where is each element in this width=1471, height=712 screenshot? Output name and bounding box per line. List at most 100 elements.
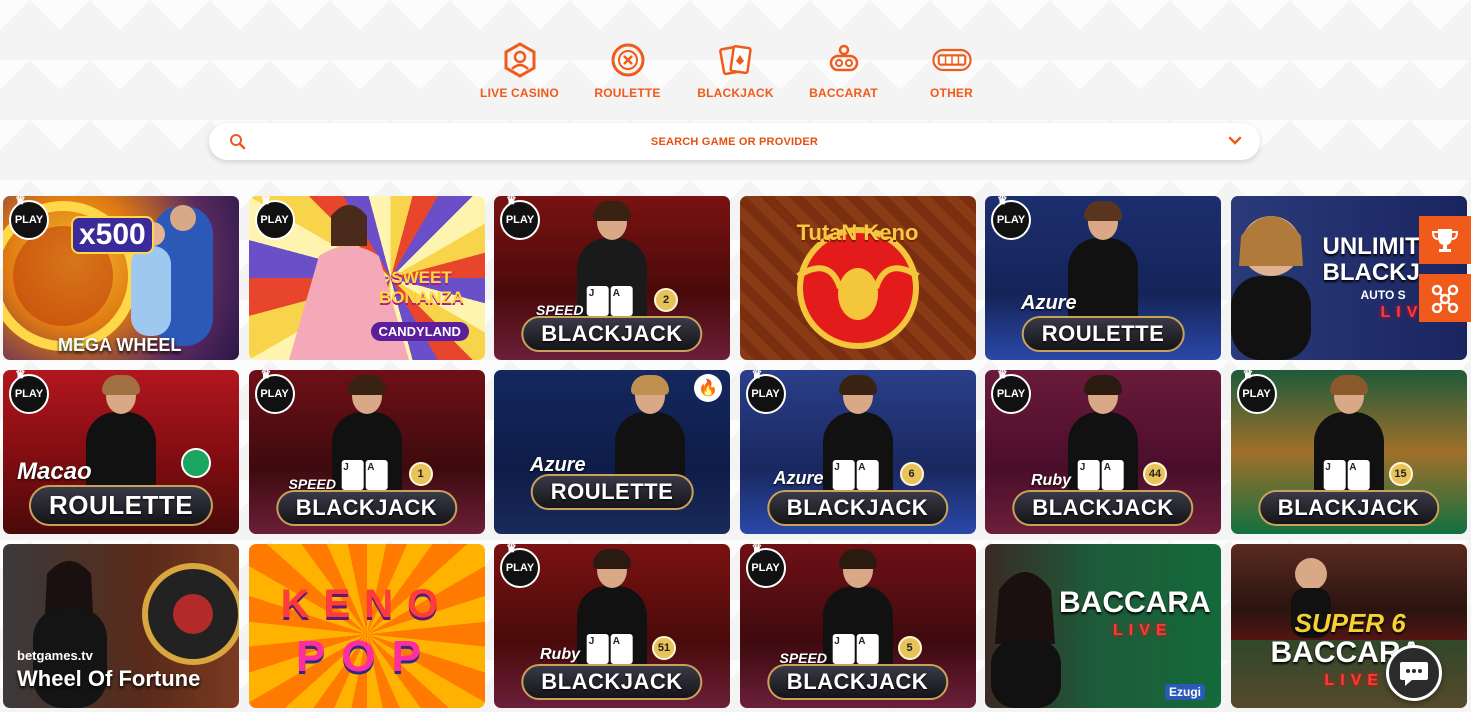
- cards: JA: [832, 634, 879, 664]
- category-label: BLACKJACK: [697, 86, 774, 100]
- multiplier-text: x500: [71, 216, 154, 254]
- cards: JA: [586, 634, 633, 664]
- category-label: LIVE CASINO: [480, 86, 559, 100]
- roulette-icon: [608, 40, 648, 80]
- category-blackjack[interactable]: BLACKJACK: [682, 40, 790, 100]
- category-label: OTHER: [930, 86, 973, 100]
- game-tile-sweet-bonanza-candyland[interactable]: SWEET BONANZA CANDYLAND PLAY: [248, 196, 485, 360]
- cards: JA: [341, 460, 388, 490]
- trophy-icon: [1431, 229, 1459, 252]
- game-tile-azure-roulette-2[interactable]: 🔥 Azure ROULETTE: [494, 370, 730, 534]
- baccarat-icon: [824, 40, 864, 80]
- game-prefix: Azure: [1021, 292, 1077, 314]
- game-subtitle: AUTO S: [1360, 288, 1406, 302]
- game-title: BLACKJACK: [275, 490, 458, 526]
- game-prefix: Azure: [773, 468, 824, 488]
- game-tile-tutan-keno[interactable]: TutaN Keno: [739, 196, 976, 360]
- category-label: ROULETTE: [594, 86, 661, 100]
- play-badge: PLAY: [745, 544, 786, 588]
- live-label: LIVE: [1324, 672, 1385, 689]
- game-title: BLACKJACK: [1012, 490, 1194, 526]
- game-title: BLACKJACK: [766, 664, 949, 700]
- game-tile-keno-pop[interactable]: KENO POP: [248, 544, 485, 708]
- play-badge: PLAY: [1236, 370, 1277, 414]
- game-tile-speed-blackjack-1[interactable]: JA 1 SPEED BLACKJACK PLAY: [248, 370, 485, 534]
- category-nav: LIVE CASINO ROULETTE BLACKJACK BACCARAT …: [0, 40, 1471, 100]
- game-title: ROULETTE: [1021, 316, 1185, 352]
- game-tile-ruby-blackjack-44[interactable]: JA 44 Ruby BLACKJACK PLAY: [985, 370, 1221, 534]
- fire-icon: 🔥: [694, 374, 722, 402]
- playing-cards-icon: [716, 40, 756, 80]
- game-tile-wheel-of-fortune[interactable]: betgames.tv Wheel Of Fortune: [3, 544, 239, 708]
- game-tile-blackjack-15[interactable]: JA 15 BLACKJACK PLAY: [1230, 370, 1467, 534]
- game-prefix: Ruby: [540, 646, 580, 663]
- chat-bubble-icon: [1400, 662, 1428, 686]
- table-number: 51: [652, 636, 676, 660]
- search-bar[interactable]: SEARCH GAME OR PROVIDER: [209, 123, 1260, 160]
- table-number: 6: [899, 462, 924, 486]
- game-title: MEGA WHEEL: [58, 335, 182, 355]
- table-number: 44: [1143, 462, 1167, 486]
- game-grid: x500 PLAY MEGA WHEEL SWEET BONANZA CANDY…: [3, 196, 1467, 708]
- cards: JA: [586, 286, 633, 316]
- category-roulette[interactable]: ROULETTE: [574, 40, 682, 100]
- game-title: BLACKJACK: [521, 316, 703, 352]
- game-title-top: KENO: [280, 582, 453, 626]
- play-badge: PLAY: [9, 196, 49, 240]
- dealer-figure: [614, 375, 685, 492]
- play-badge: PLAY: [991, 370, 1031, 414]
- game-tile-azure-roulette[interactable]: Azure ROULETTE PLAY: [985, 196, 1221, 360]
- search-icon: [230, 134, 246, 150]
- category-baccarat[interactable]: BACCARAT: [790, 40, 898, 100]
- game-title: CANDYLAND: [370, 322, 469, 341]
- play-badge: PLAY: [254, 196, 295, 240]
- game-title: ROULETTE: [530, 474, 694, 510]
- play-badge: PLAY: [991, 196, 1031, 240]
- game-tile-azure-blackjack-6[interactable]: JA 6 Azure BLACKJACK PLAY: [739, 370, 976, 534]
- slot-machine-icon: [931, 40, 972, 80]
- play-badge: PLAY: [500, 544, 540, 588]
- game-title: TutaN Keno: [796, 220, 919, 245]
- game-title: ROULETTE: [28, 485, 214, 526]
- table-number: 1: [408, 462, 433, 486]
- play-badge: PLAY: [745, 370, 786, 414]
- game-tile-macao-roulette[interactable]: Macao ROULETTE PLAY: [3, 370, 239, 534]
- play-badge: PLAY: [9, 370, 49, 414]
- brand-logo-text: SWEET BONANZA: [379, 268, 464, 307]
- tournaments-button[interactable]: [1419, 216, 1471, 264]
- cards: JA: [832, 460, 879, 490]
- game-tile-mega-wheel[interactable]: x500 PLAY MEGA WHEEL: [3, 196, 239, 360]
- table-number: 5: [897, 636, 922, 660]
- game-title-bottom: POP: [296, 632, 437, 681]
- game-tile-speed-blackjack-5[interactable]: JA 5 SPEED BLACKJACK PLAY: [739, 544, 976, 708]
- game-title: SUPER 6: [1294, 608, 1406, 638]
- game-title: BACCARA: [1059, 586, 1211, 619]
- category-label: BACCARAT: [809, 86, 878, 100]
- table-number: 2: [654, 288, 678, 312]
- play-badge: PLAY: [500, 196, 540, 240]
- category-live-casino[interactable]: LIVE CASINO: [466, 40, 574, 100]
- live-label: LIVE: [1113, 622, 1173, 639]
- chat-button[interactable]: [1386, 645, 1442, 701]
- category-other[interactable]: OTHER: [898, 40, 1006, 100]
- network-button[interactable]: [1419, 274, 1471, 322]
- cards: JA: [1323, 460, 1370, 490]
- game-tile-ruby-blackjack-51[interactable]: JA 51 Ruby BLACKJACK PLAY: [494, 544, 730, 708]
- game-tile-speed-blackjack-2[interactable]: JA 2 SPEED BLACKJACK PLAY: [494, 196, 730, 360]
- network-icon: [1431, 284, 1459, 313]
- game-title: BLACKJACK: [1257, 490, 1440, 526]
- provider-logo: Ezugi: [1165, 684, 1205, 700]
- game-title: BLACKJACK: [521, 664, 703, 700]
- game-prefix: Macao: [17, 458, 92, 485]
- dealer-figure: [1068, 201, 1138, 318]
- game-title: Wheel Of Fortune: [17, 666, 201, 691]
- play-badge: PLAY: [254, 370, 295, 414]
- live-dealer-icon: [500, 40, 540, 80]
- game-title: BLACKJACK: [766, 490, 949, 526]
- table-number: 15: [1388, 462, 1413, 486]
- game-tile-baccarat-live[interactable]: BACCARA LIVE Ezugi: [985, 544, 1221, 708]
- game-prefix: Ruby: [1031, 472, 1071, 489]
- provider-logo: betgames.tv: [17, 648, 93, 663]
- search-input[interactable]: SEARCH GAME OR PROVIDER: [209, 136, 1260, 148]
- chevron-down-icon[interactable]: [1228, 136, 1242, 146]
